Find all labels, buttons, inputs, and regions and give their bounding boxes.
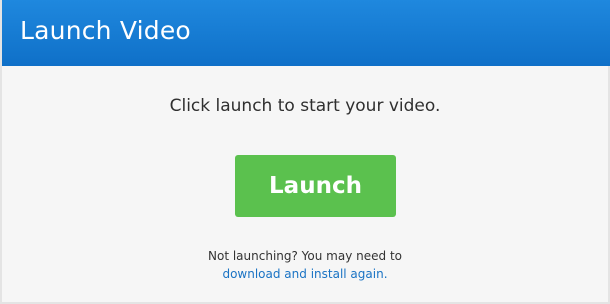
dialog-body: Click launch to start your video. Launch… <box>2 66 608 302</box>
dialog-title: Launch Video <box>20 16 191 45</box>
dialog-header: Launch Video <box>2 0 610 66</box>
help-text: Not launching? You may need to <box>208 249 402 263</box>
help-link-row: download and install again. <box>2 267 608 281</box>
launch-video-dialog: Launch Video Click launch to start your … <box>0 0 610 304</box>
launch-button[interactable]: Launch <box>235 155 396 217</box>
instruction-text: Click launch to start your video. <box>169 96 441 116</box>
download-install-link[interactable]: download and install again. <box>222 267 387 281</box>
